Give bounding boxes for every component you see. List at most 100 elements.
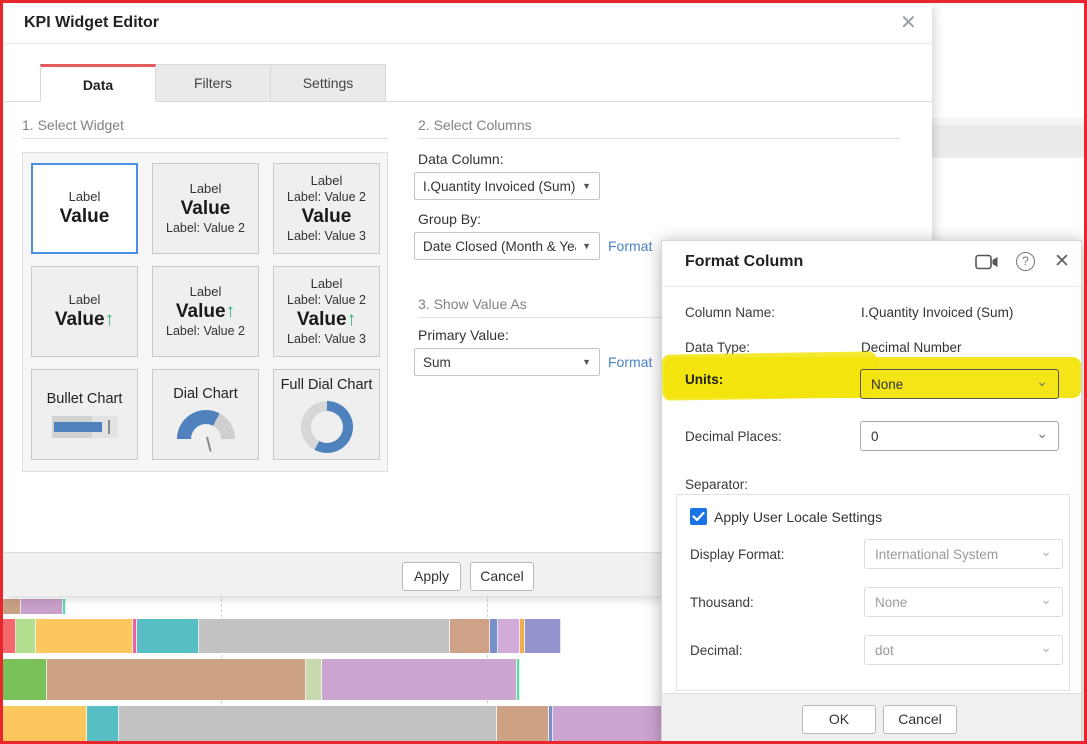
tile-label: Label — [310, 173, 343, 188]
bar-segment — [63, 599, 66, 614]
display-format-value: International System — [875, 546, 999, 562]
bar-segment — [3, 706, 87, 744]
bar-segment — [525, 619, 561, 653]
close-icon[interactable]: ✕ — [1054, 250, 1070, 273]
video-camera-icon[interactable] — [975, 254, 999, 270]
decimal-places-value: 0 — [871, 428, 879, 444]
units-select[interactable]: None ⌄ — [860, 369, 1059, 399]
display-format-label: Display Format: — [690, 547, 785, 562]
separator-group-box: Apply User Locale Settings Display Forma… — [676, 494, 1070, 691]
group-by-label: Group By: — [418, 211, 482, 227]
bar-segment — [199, 619, 450, 653]
dial-chart-icon — [174, 409, 237, 468]
apply-button[interactable]: Apply — [402, 562, 461, 591]
bar-segment — [497, 706, 549, 744]
stacked-bar — [3, 599, 66, 614]
title-divider — [662, 286, 1081, 287]
apply-user-locale-label: Apply User Locale Settings — [714, 509, 883, 525]
tile-label: Dial Chart — [173, 385, 238, 402]
bar-segment — [3, 599, 21, 614]
apply-user-locale-checkbox[interactable] — [690, 508, 707, 525]
widget-type-grid: Label Value Label Value Label: Value 2 L… — [22, 152, 388, 472]
chevron-down-icon: ⌄ — [1036, 424, 1048, 441]
column-name-label: Column Name: — [685, 305, 776, 320]
chevron-down-icon: ⌄ — [1040, 542, 1052, 559]
tab-filters[interactable]: Filters — [155, 64, 271, 102]
close-icon[interactable]: ✕ — [900, 10, 917, 35]
bar-segment — [16, 619, 36, 653]
bar-segment — [553, 706, 663, 744]
stacked-bar — [3, 659, 520, 700]
bar-segment — [119, 706, 497, 744]
tile-sub: Label: Value 3 — [287, 332, 366, 346]
group-by-format-link[interactable]: Format — [608, 238, 652, 254]
tile-pre: Label: Value 2 — [287, 190, 366, 204]
bullet-chart-icon — [51, 415, 118, 439]
primary-value-label: Primary Value: — [418, 327, 509, 343]
bar-segment — [137, 619, 199, 653]
group-by-select[interactable]: Date Closed (Month & Yea ▼ — [414, 232, 600, 260]
widget-tile-label-value[interactable]: Label Value — [31, 163, 138, 254]
bar-segment — [517, 659, 520, 700]
widget-tile-value-arrow[interactable]: Label Value↑ — [31, 266, 138, 357]
tab-data[interactable]: Data — [40, 64, 156, 102]
arrow-up-icon: ↑ — [104, 309, 115, 330]
widget-tile-bullet-chart[interactable]: Bullet Chart — [31, 369, 138, 460]
widget-tile-full-dial-chart[interactable]: Full Dial Chart — [273, 369, 380, 460]
format-dialog-footer: OK Cancel — [662, 693, 1081, 744]
display-format-select[interactable]: International System ⌄ — [864, 539, 1063, 569]
caret-down-icon: ▼ — [582, 357, 591, 367]
cancel-button[interactable]: Cancel — [883, 705, 957, 734]
widget-tile-value-sub[interactable]: Label Value Label: Value 2 — [152, 163, 259, 254]
dialog-title: KPI Widget Editor — [24, 14, 159, 31]
chevron-down-icon: ⌄ — [1040, 638, 1052, 655]
widget-tile-pre-value-sub[interactable]: Label Label: Value 2 Value Label: Value … — [273, 163, 380, 254]
bar-segment — [3, 619, 16, 653]
tile-pre: Label: Value 2 — [287, 293, 366, 307]
primary-value-value: Sum — [423, 354, 451, 370]
widget-tile-pre-value-arrow-sub[interactable]: Label Label: Value 2 Value↑ Label: Value… — [273, 266, 380, 357]
decimal-select[interactable]: dot ⌄ — [864, 635, 1063, 665]
thousand-select[interactable]: None ⌄ — [864, 587, 1063, 617]
tile-label: Full Dial Chart — [280, 376, 373, 393]
bar-segment — [3, 659, 47, 700]
thousand-label: Thousand: — [690, 595, 754, 610]
primary-value-select[interactable]: Sum ▼ — [414, 348, 600, 376]
tile-label: Label — [68, 292, 101, 307]
arrow-up-icon: ↑ — [225, 301, 236, 322]
tile-value: Value — [180, 198, 231, 219]
stacked-bar — [3, 619, 561, 653]
chevron-down-icon: ⌄ — [1036, 372, 1048, 389]
cancel-button[interactable]: Cancel — [470, 562, 534, 591]
decimal-places-label: Decimal Places: — [685, 429, 782, 444]
widget-tile-value-arrow-sub[interactable]: Label Value↑ Label: Value 2 — [152, 266, 259, 357]
tile-sub: Label: Value 2 — [166, 221, 245, 235]
dialog-title: Format Column — [685, 253, 804, 270]
widget-tile-dial-chart[interactable]: Dial Chart — [152, 369, 259, 468]
section-underline — [418, 138, 900, 139]
decimal-label: Decimal: — [690, 643, 743, 658]
caret-down-icon: ▼ — [582, 181, 591, 191]
section-underline — [22, 138, 388, 139]
caret-down-icon: ▼ — [582, 241, 591, 251]
full-dial-chart-icon — [300, 400, 353, 453]
primary-value-format-link[interactable]: Format — [608, 354, 652, 370]
tile-sub: Label: Value 2 — [166, 324, 245, 338]
decimal-places-select[interactable]: 0 ⌄ — [860, 421, 1059, 451]
tab-settings[interactable]: Settings — [270, 64, 386, 102]
tile-label: Label — [68, 189, 101, 204]
group-by-value: Date Closed (Month & Yea — [423, 238, 577, 254]
bar-segment — [36, 619, 133, 653]
section-select-columns: 2. Select Columns — [418, 117, 532, 133]
help-icon[interactable]: ? — [1016, 252, 1035, 271]
data-type-value: Decimal Number — [861, 340, 962, 355]
data-column-select[interactable]: I.Quantity Invoiced (Sum) ▼ — [414, 172, 600, 200]
separator-label: Separator: — [685, 477, 749, 492]
column-name-value: I.Quantity Invoiced (Sum) — [861, 305, 1014, 320]
ok-button[interactable]: OK — [802, 705, 876, 734]
bar-segment — [498, 619, 520, 653]
screenshot-root: KPI Widget Editor ✕ Data Filters Setting… — [0, 0, 1087, 744]
tile-label: Label — [310, 276, 343, 291]
thousand-value: None — [875, 594, 908, 610]
bar-segment — [21, 599, 63, 614]
